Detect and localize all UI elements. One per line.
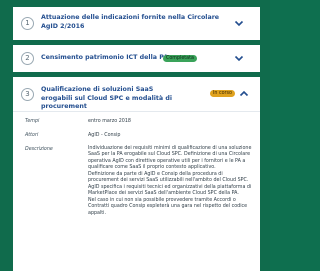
descrizione-paragraph: Definizione da parte di AgID e Consip de… — [88, 171, 249, 184]
accordion-item-1[interactable]: 1 Attuazione delle indicazioni fornite n… — [13, 7, 260, 40]
accordion-item-3[interactable]: 3 Qualificazione di soluzioni SaaS eroga… — [13, 77, 260, 271]
step-number-1: 1 — [21, 17, 34, 30]
tempi-label: Tempi — [25, 119, 40, 124]
accordion-title-3: Qualificazione di soluzioni SaaS erogabi… — [41, 86, 173, 111]
descrizione-paragraph: AgID specifica i requisiti tecnici ed or… — [88, 184, 252, 197]
descrizione-paragraph: Nel caso in cui non sia possibile provve… — [88, 197, 248, 216]
chevron-up-icon[interactable] — [239, 90, 249, 97]
descrizione-paragraph: Individuazione dei requisiti minimi di q… — [88, 146, 252, 171]
accordion-item-2[interactable]: 2 Censimento patrimonio ICT della PA Com… — [13, 45, 260, 72]
details-divider — [13, 111, 260, 112]
accordion-title-1: Attuazione delle indicazioni fornite nel… — [41, 14, 220, 30]
descrizione-text: Individuazione dei requisiti minimi di q… — [88, 146, 253, 217]
accordion-title-2: Censimento patrimonio ICT della PA — [41, 54, 169, 61]
status-badge-completed: Completata — [163, 55, 197, 62]
step-number-2: 2 — [21, 52, 34, 65]
chevron-down-icon[interactable] — [234, 55, 244, 62]
tempi-value: entro marzo 2018 — [88, 119, 131, 124]
attori-value: AgID - Consip — [88, 133, 121, 138]
descrizione-label: Descrizione — [25, 147, 53, 152]
chevron-down-icon[interactable] — [234, 20, 244, 27]
status-badge-in-progress: In corso — [210, 90, 235, 97]
step-number-3: 3 — [21, 88, 34, 101]
page-background: 1 Attuazione delle indicazioni fornite n… — [0, 0, 270, 271]
attori-label: Attori — [25, 133, 39, 138]
